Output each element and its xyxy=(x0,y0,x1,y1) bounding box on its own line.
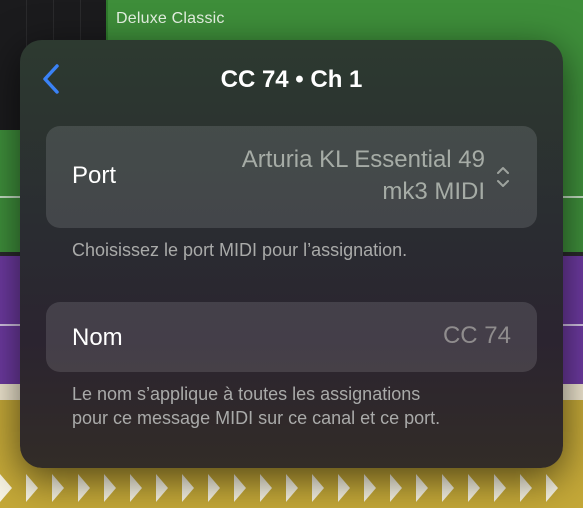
port-value: Arturia KL Essential 49 mk3 MIDI xyxy=(242,144,485,208)
port-help-text: Choisissez le port MIDI pour l’assignati… xyxy=(72,240,408,260)
midi-assignment-popover: CC 74 • Ch 1 Port Arturia KL Essential 4… xyxy=(20,40,563,468)
region-label: Deluxe Classic xyxy=(116,10,225,27)
drum-hits-row xyxy=(0,468,583,508)
name-help-line1: Le nom s’applique à toutes les assignati… xyxy=(72,384,421,404)
up-down-chevron-icon[interactable] xyxy=(495,164,511,190)
port-value-line2: mk3 MIDI xyxy=(382,178,485,205)
name-label: Nom xyxy=(72,324,123,351)
name-help-line2: pour ce message MIDI sur ce canal et ce … xyxy=(72,408,441,428)
port-label: Port xyxy=(72,162,117,189)
name-input[interactable] xyxy=(271,322,511,350)
popover-title: CC 74 • Ch 1 xyxy=(220,66,363,93)
port-selector[interactable]: Port Arturia KL Essential 49 mk3 MIDI xyxy=(46,126,537,228)
name-field-row[interactable]: Nom xyxy=(46,302,537,372)
port-value-line1: Arturia KL Essential 49 xyxy=(241,146,485,173)
name-help-text: Le nom s’applique à toutes les assignati… xyxy=(72,382,440,430)
